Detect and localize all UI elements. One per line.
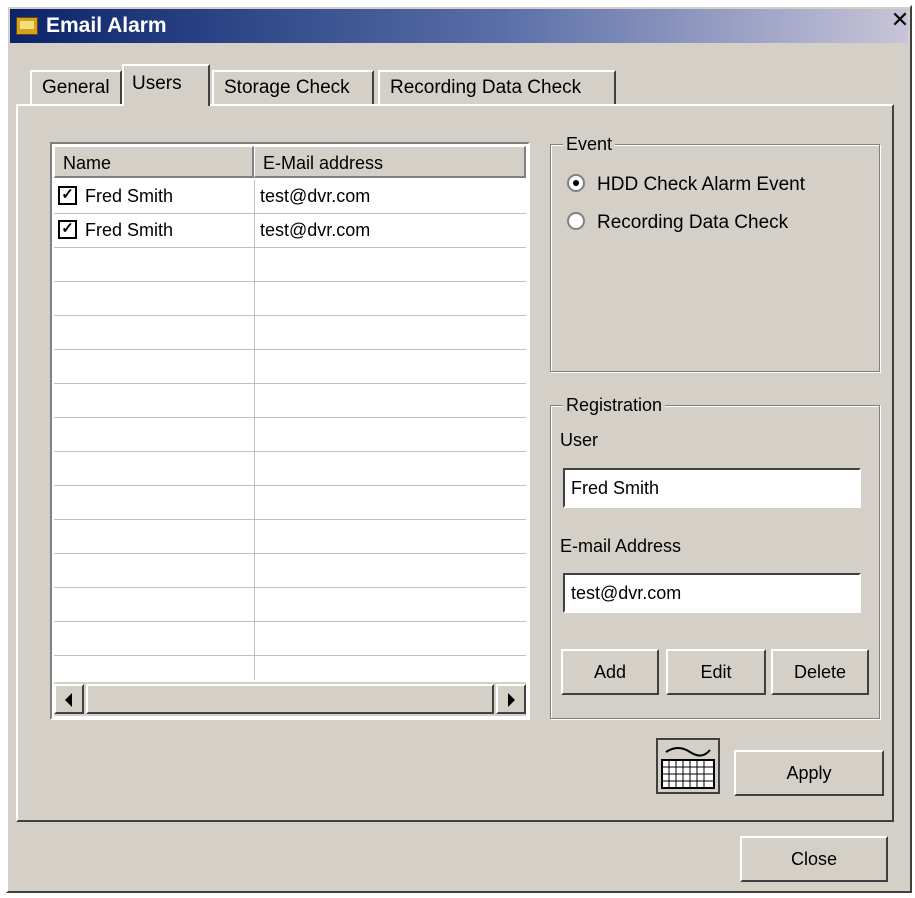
window-title: Email Alarm xyxy=(46,14,167,37)
email-label: E-mail Address xyxy=(560,536,682,556)
scroll-right-button[interactable] xyxy=(496,684,526,714)
add-button[interactable]: Add xyxy=(561,649,659,695)
arrow-right-icon xyxy=(508,693,515,707)
radio-unselected-icon xyxy=(567,211,585,230)
table-row[interactable] xyxy=(54,588,526,622)
app-icon xyxy=(16,17,38,35)
scroll-left-button[interactable] xyxy=(54,684,84,714)
tab-users[interactable]: Users xyxy=(122,64,210,106)
table-row[interactable] xyxy=(54,520,526,554)
row-checkbox[interactable]: ✓ xyxy=(58,219,77,239)
table-row[interactable] xyxy=(54,554,526,588)
table-row[interactable]: ✓ Fred Smith test@dvr.com xyxy=(54,180,526,214)
column-divider xyxy=(254,180,255,680)
radio-recording-data-check[interactable]: Recording Data Check xyxy=(567,209,788,237)
event-group: Event HDD Check Alarm Event Recording Da… xyxy=(550,132,880,372)
close-button[interactable]: Close xyxy=(740,836,888,882)
event-group-title: Event xyxy=(563,132,616,156)
cell-name: ✓ Fred Smith xyxy=(58,180,254,213)
delete-button[interactable]: Delete xyxy=(771,649,869,695)
radio-hdd-check-alarm-event[interactable]: HDD Check Alarm Event xyxy=(567,171,805,199)
table-row[interactable] xyxy=(54,418,526,452)
horizontal-scrollbar[interactable] xyxy=(54,682,526,716)
table-row[interactable] xyxy=(54,282,526,316)
table-row[interactable] xyxy=(54,350,526,384)
table-row[interactable] xyxy=(54,316,526,350)
close-window-icon[interactable]: ✕ xyxy=(887,9,913,33)
arrow-left-icon xyxy=(65,693,72,707)
table-row[interactable]: ✓ Fred Smith test@dvr.com xyxy=(54,214,526,248)
tab-storage-check[interactable]: Storage Check xyxy=(212,70,374,104)
radio-label: Recording Data Check xyxy=(597,212,789,233)
keyboard-icon[interactable] xyxy=(656,738,720,794)
cell-name: ✓ Fred Smith xyxy=(58,214,254,247)
user-name: Fred Smith xyxy=(85,186,174,206)
radio-selected-icon xyxy=(567,173,585,192)
edit-button[interactable]: Edit xyxy=(666,649,766,695)
list-body: ✓ Fred Smith test@dvr.com ✓ Fred Smith test@d… xyxy=(54,180,526,690)
table-row[interactable] xyxy=(54,384,526,418)
registration-group-title: Registration xyxy=(563,393,666,417)
user-name: Fred Smith xyxy=(85,220,174,240)
user-input[interactable]: Fred Smith xyxy=(563,468,861,508)
radio-label: HDD Check Alarm Event xyxy=(597,174,806,195)
column-header-email[interactable]: E-Mail address xyxy=(254,146,526,178)
table-row[interactable] xyxy=(54,486,526,520)
table-row[interactable] xyxy=(54,248,526,282)
table-row[interactable] xyxy=(54,452,526,486)
user-label: User xyxy=(560,430,599,450)
column-header-name[interactable]: Name xyxy=(54,146,254,178)
tab-general[interactable]: General xyxy=(30,70,122,104)
tab-recording-data-check[interactable]: Recording Data Check xyxy=(378,70,616,104)
list-header: Name E-Mail address xyxy=(54,146,526,178)
user-list[interactable]: Name E-Mail address ✓ Fred Smith test@dvr.… xyxy=(50,142,530,720)
email-input[interactable]: test@dvr.com xyxy=(563,573,861,613)
row-checkbox[interactable]: ✓ xyxy=(58,185,77,205)
user-email: test@dvr.com xyxy=(260,220,371,240)
table-row[interactable] xyxy=(54,622,526,656)
apply-button[interactable]: Apply xyxy=(734,750,884,796)
user-email: test@dvr.com xyxy=(260,186,371,206)
title-bar: Email Alarm xyxy=(10,9,908,43)
scroll-thumb[interactable] xyxy=(86,684,494,714)
